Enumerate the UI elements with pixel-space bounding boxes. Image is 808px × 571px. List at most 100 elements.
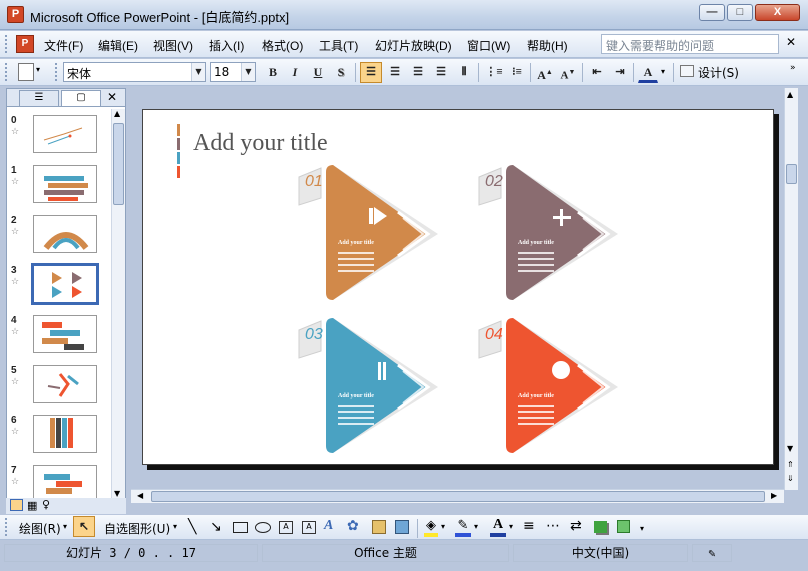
line-tool-icon[interactable]: ╲ [188, 519, 196, 535]
toolbar-options-icon[interactable]: ▾ [36, 65, 40, 74]
scroll-down-icon[interactable]: ▼ [114, 489, 120, 498]
align-left-button[interactable]: ☰ [360, 62, 382, 83]
toolbar-overflow-icon[interactable]: » [790, 63, 796, 73]
editor-horizontal-scrollbar[interactable]: ◀ ▶ [131, 489, 784, 503]
menu-slideshow[interactable]: 幻灯片放映(D) [375, 37, 452, 54]
close-document-button[interactable]: ✕ [786, 35, 796, 49]
align-center-button[interactable]: ☰ [384, 62, 406, 83]
slide-thumbnail[interactable]: 4 ☆ [11, 315, 103, 357]
toolbar-overflow-icon[interactable]: ▾ [640, 524, 644, 533]
slide-thumbnail[interactable]: 0 ☆ [11, 115, 103, 157]
scroll-left-icon[interactable]: ◀ [137, 491, 143, 500]
next-slide-icon[interactable]: ⇓ [787, 474, 794, 483]
fill-color-icon[interactable]: ◈ [424, 518, 438, 537]
help-search-input[interactable]: 键入需要帮助的问题 [601, 34, 779, 54]
increase-font-button[interactable]: A▲ [534, 62, 556, 83]
slide-thumbnail[interactable]: 6 ☆ [11, 415, 103, 457]
toolbar-grip-icon[interactable] [55, 63, 59, 81]
scroll-thumb[interactable] [113, 123, 124, 205]
font-size-select[interactable]: 18 ▼ [210, 62, 256, 82]
line-style-icon[interactable]: ≡ [523, 518, 535, 534]
chevron-down-icon[interactable]: ▾ [173, 522, 177, 531]
clipart-tool-icon[interactable] [372, 520, 386, 534]
menu-file[interactable]: 文件(F) [44, 37, 83, 54]
scroll-thumb[interactable] [786, 164, 797, 184]
chevron-down-icon[interactable]: ▾ [441, 522, 445, 531]
new-file-icon[interactable] [18, 63, 34, 81]
design-button[interactable]: 设计(S) [698, 64, 739, 81]
diagram-tool-icon[interactable]: ✿ [347, 518, 359, 534]
oval-tool-icon[interactable] [255, 522, 271, 533]
autoshapes-button[interactable]: 自选图形(U) [104, 520, 170, 537]
vertical-textbox-tool-icon[interactable]: A [302, 521, 316, 534]
slide-thumbnail[interactable]: 2 ☆ [11, 215, 103, 257]
column-layout-button[interactable]: ⦀ [453, 62, 475, 83]
numbering-button[interactable]: ⋮≡ [483, 62, 505, 83]
close-pane-button[interactable]: ✕ [107, 90, 117, 104]
menu-format[interactable]: 格式(O) [262, 37, 303, 54]
arrow-tool-icon[interactable]: ↘ [210, 519, 222, 535]
powerpoint-app-icon[interactable]: P [7, 6, 24, 23]
menu-window[interactable]: 窗口(W) [467, 37, 510, 54]
underline-button[interactable]: U [308, 62, 328, 83]
close-button[interactable]: X [755, 4, 800, 21]
chevron-down-icon[interactable]: ▾ [63, 522, 67, 531]
scroll-up-icon[interactable]: ▲ [787, 90, 793, 99]
scroll-thumb[interactable] [151, 491, 765, 502]
scroll-down-icon[interactable]: ▼ [787, 444, 793, 453]
line-color-icon[interactable]: ✎ [455, 518, 471, 537]
distributed-button[interactable]: ☰ [430, 62, 452, 83]
document-icon[interactable]: P [16, 35, 34, 53]
minimize-button[interactable]: — [699, 4, 725, 21]
bold-button[interactable]: B [263, 62, 283, 83]
font-color-button[interactable]: A [638, 62, 658, 83]
slide-thumbnail[interactable]: 5 ☆ [11, 365, 103, 407]
editor-vertical-scrollbar[interactable]: ▲ ▼ ⇑ ⇓ [784, 88, 798, 490]
shadow-style-icon[interactable] [594, 521, 607, 533]
design-icon[interactable] [680, 65, 694, 77]
slide-title[interactable]: Add your title [193, 130, 328, 157]
bullets-button[interactable]: ⁝≡ [506, 62, 528, 83]
wordart-tool-icon[interactable]: A [324, 518, 333, 534]
thumbnails-scrollbar[interactable]: ▲ ▼ [111, 109, 125, 502]
arrow-style-icon[interactable]: ⇄ [570, 518, 582, 534]
select-objects-button[interactable]: ↖ [73, 516, 95, 537]
shadow-button[interactable]: S [331, 62, 351, 83]
picture-tool-icon[interactable] [395, 520, 409, 534]
3d-style-icon[interactable] [617, 520, 630, 533]
dash-style-icon[interactable]: ⋯ [546, 518, 560, 534]
previous-slide-icon[interactable]: ⇑ [787, 460, 794, 469]
slideshow-view-icon[interactable]: ♀ [42, 498, 50, 511]
chevron-down-icon[interactable]: ▼ [241, 63, 255, 81]
chevron-down-icon[interactable]: ▾ [509, 522, 513, 531]
toolbar-grip-icon[interactable] [5, 35, 9, 53]
align-right-button[interactable]: ☰ [407, 62, 429, 83]
slide-thumbnail[interactable]: 3 ☆ [11, 263, 103, 307]
font-name-select[interactable]: 宋体 ▼ [63, 62, 206, 82]
toolbar-grip-icon[interactable] [5, 518, 9, 536]
chevron-down-icon[interactable]: ▼ [191, 63, 205, 81]
menu-insert[interactable]: 插入(I) [209, 37, 244, 54]
increase-indent-button[interactable]: ⇥ [609, 62, 631, 83]
slide-thumbnail[interactable]: 1 ☆ [11, 165, 103, 207]
sorter-view-icon[interactable]: ▦ [27, 499, 37, 512]
scroll-right-icon[interactable]: ▶ [771, 491, 777, 500]
decrease-indent-button[interactable]: ⇤ [586, 62, 608, 83]
menu-view[interactable]: 视图(V) [153, 37, 193, 54]
textbox-tool-icon[interactable]: A [279, 521, 293, 534]
menu-tools[interactable]: 工具(T) [319, 37, 358, 54]
spelling-check-icon[interactable]: ✎ [692, 544, 732, 562]
menu-help[interactable]: 帮助(H) [527, 37, 568, 54]
draw-menu-button[interactable]: 绘图(R) [19, 520, 61, 537]
chevron-down-icon[interactable]: ▾ [474, 522, 478, 531]
normal-view-icon[interactable] [10, 499, 23, 511]
slide-canvas[interactable]: Add your title 01 02 03 04 Add your titl… [142, 109, 774, 465]
tab-outline[interactable]: ☰ [19, 90, 59, 106]
rectangle-tool-icon[interactable] [233, 522, 248, 533]
italic-button[interactable]: I [285, 62, 305, 83]
menu-edit[interactable]: 编辑(E) [98, 37, 138, 54]
scroll-up-icon[interactable]: ▲ [114, 109, 120, 118]
decrease-font-button[interactable]: A▼ [557, 62, 579, 83]
toolbar-grip-icon[interactable] [5, 63, 9, 81]
maximize-button[interactable]: □ [727, 4, 753, 21]
